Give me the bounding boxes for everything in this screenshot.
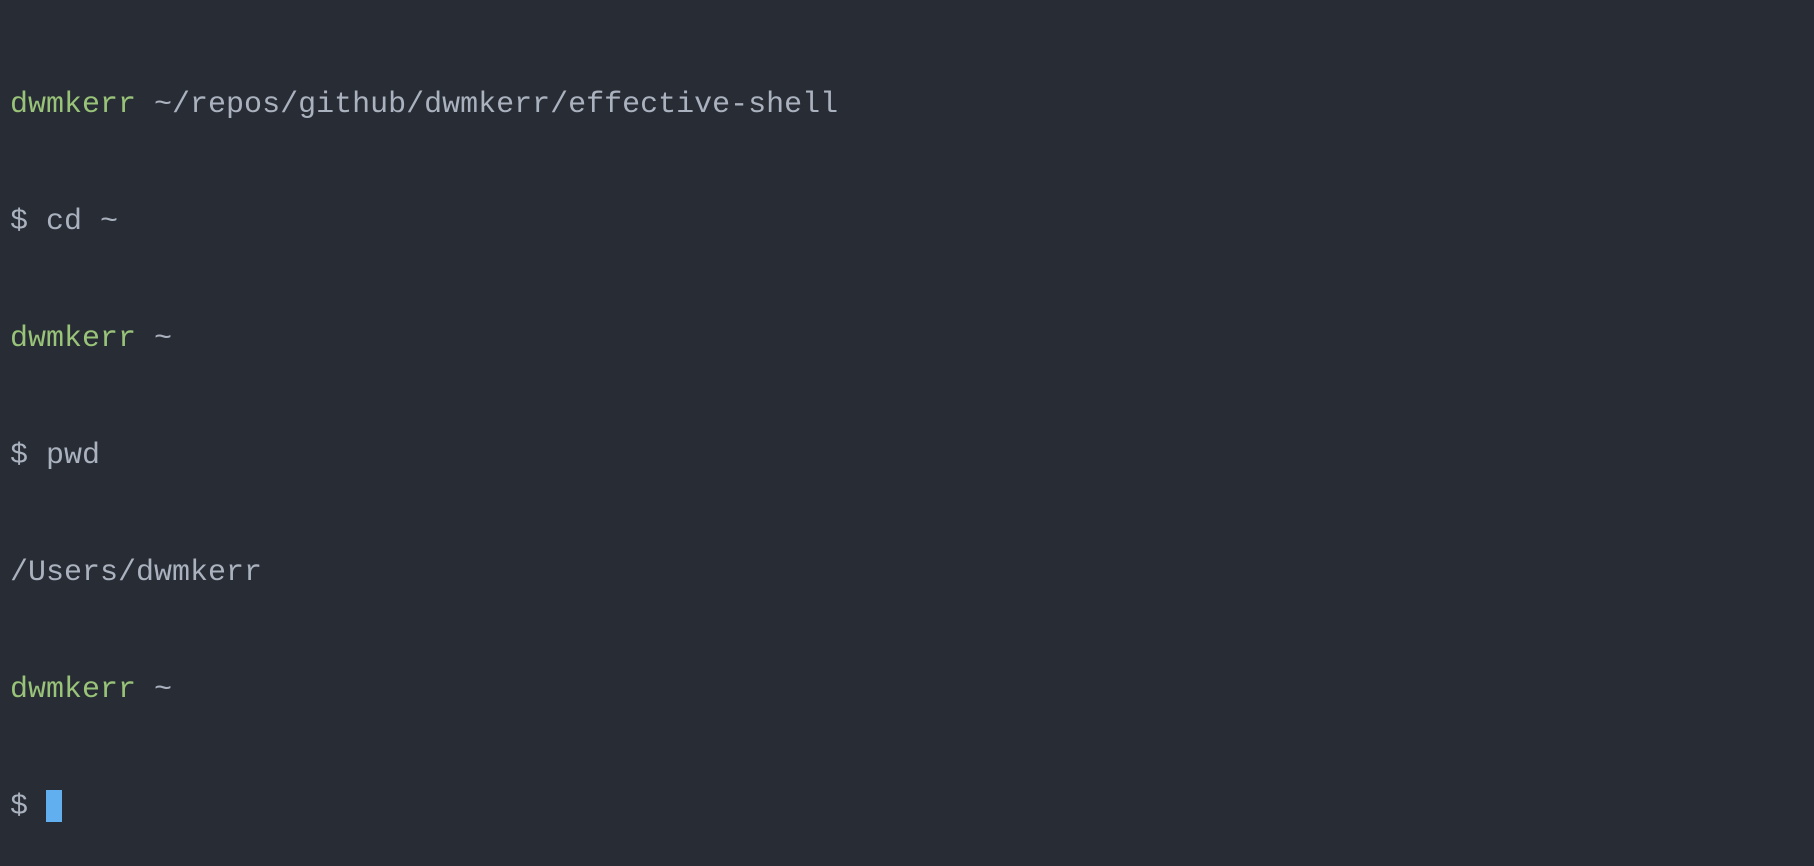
command-line-2: $ pwd [10, 437, 1804, 476]
prompt-symbol: $ [10, 439, 28, 473]
prompt-user: dwmkerr [10, 673, 136, 707]
prompt-symbol: $ [10, 205, 28, 239]
prompt-path: ~ [154, 322, 172, 356]
cursor-icon [46, 790, 62, 822]
command-text: cd ~ [46, 205, 118, 239]
command-text: pwd [46, 439, 100, 473]
prompt-user: dwmkerr [10, 322, 136, 356]
output-line-1: /Users/dwmkerr [10, 554, 1804, 593]
prompt-line-3: dwmkerr ~ [10, 671, 1804, 710]
output-text: /Users/dwmkerr [10, 556, 262, 590]
command-line-1: $ cd ~ [10, 203, 1804, 242]
active-command-line[interactable]: $ [10, 788, 1804, 827]
prompt-path: ~ [154, 673, 172, 707]
prompt-line-2: dwmkerr ~ [10, 320, 1804, 359]
prompt-symbol: $ [10, 790, 28, 824]
prompt-path: ~/repos/github/dwmkerr/effective-shell [154, 88, 838, 122]
terminal-window[interactable]: dwmkerr ~/repos/github/dwmkerr/effective… [10, 8, 1804, 866]
prompt-line-1: dwmkerr ~/repos/github/dwmkerr/effective… [10, 86, 1804, 125]
prompt-user: dwmkerr [10, 88, 136, 122]
